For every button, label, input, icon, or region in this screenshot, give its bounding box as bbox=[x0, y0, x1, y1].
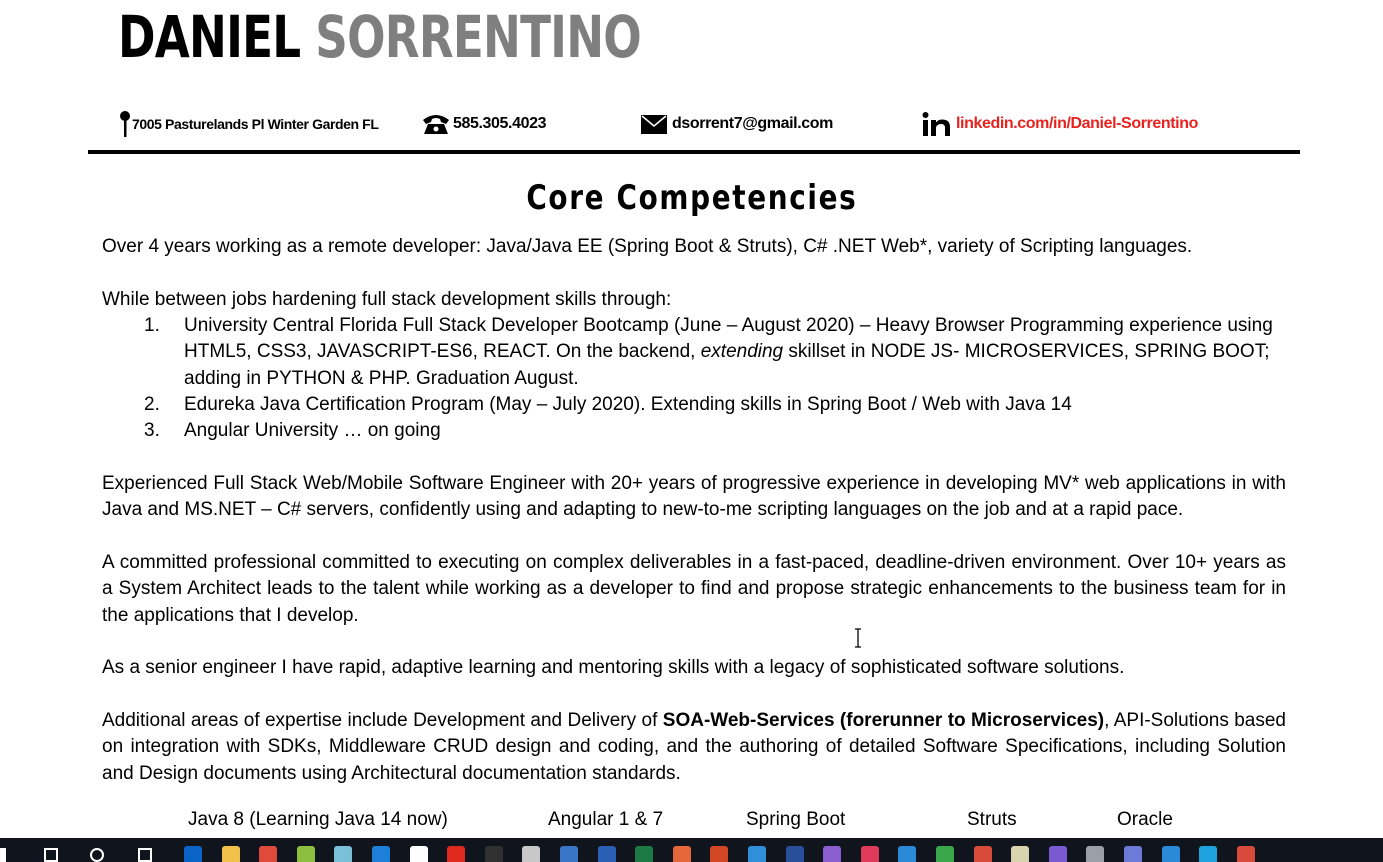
telephone-icon bbox=[423, 115, 449, 134]
paragraph-between-jobs-text: While between jobs hardening full stack … bbox=[102, 289, 672, 310]
task-view-icon[interactable] bbox=[138, 848, 152, 862]
first-name: DANIEL bbox=[118, 3, 301, 71]
section-title-text: Core Competencies bbox=[525, 178, 858, 218]
paragraph-experience-text: Experienced Full Stack Web/Mobile Softwa… bbox=[102, 473, 1286, 521]
paragraph-committed-text: A committed professional committed to ex… bbox=[102, 552, 1286, 626]
cortana-icon[interactable] bbox=[90, 848, 104, 862]
skill-item: Struts bbox=[967, 809, 1017, 830]
vscode-icon[interactable] bbox=[898, 846, 916, 862]
email-text[interactable]: dsorrent7@gmail.com bbox=[672, 115, 833, 133]
envelope-icon bbox=[641, 115, 667, 134]
app-check-icon[interactable] bbox=[1237, 846, 1255, 862]
paragraph-additional: Additional areas of expertise include De… bbox=[102, 708, 1286, 787]
last-name: SORRENTINO bbox=[315, 3, 641, 71]
terminal-icon[interactable] bbox=[485, 846, 503, 862]
section-title: Core Competencies bbox=[0, 178, 1383, 218]
discord-icon[interactable] bbox=[1124, 846, 1142, 862]
paragraph-senior-text: As a senior engineer I have rapid, adapt… bbox=[102, 657, 1125, 678]
list-item-text: Angular University … on going bbox=[184, 420, 441, 442]
powerpoint-icon[interactable] bbox=[710, 846, 728, 862]
list-number: 2. bbox=[144, 393, 160, 415]
paragraph-remote-text: Over 4 years working as a remote develop… bbox=[102, 236, 1193, 257]
list-number: 1. bbox=[144, 315, 160, 336]
paragraph-additional-text: Additional areas of expertise include De… bbox=[102, 708, 1286, 787]
phone-text: 585.305.4023 bbox=[453, 115, 547, 132]
list-item: 3. Angular University … on going bbox=[102, 418, 1286, 444]
app-eclipse-icon[interactable] bbox=[560, 846, 578, 862]
training-list: 1. University Central Florida Full Stack… bbox=[102, 313, 1286, 444]
paragraph-remote: Over 4 years working as a remote develop… bbox=[102, 234, 1286, 260]
skill-item: Spring Boot bbox=[746, 809, 846, 830]
location-pin-icon bbox=[120, 111, 130, 137]
skill-item: Java 8 (Learning Java 14 now) bbox=[188, 809, 448, 830]
camera-icon[interactable] bbox=[748, 846, 766, 862]
linkedin-icon bbox=[922, 112, 950, 136]
app-pie-icon[interactable] bbox=[673, 846, 691, 862]
app-tree-icon[interactable] bbox=[936, 846, 954, 862]
list-number: 3. bbox=[144, 420, 160, 442]
visual-studio-icon[interactable] bbox=[1049, 846, 1067, 862]
linkedin-link[interactable]: linkedin.com/in/Daniel-Sorrentino bbox=[956, 115, 1198, 133]
word-icon[interactable] bbox=[598, 846, 616, 862]
resume-name: DANIEL SORRENTINO bbox=[118, 2, 642, 72]
list-item-text: Edureka Java Certification Program (May … bbox=[184, 393, 1072, 415]
text-cursor-icon bbox=[855, 628, 861, 648]
notepad-icon[interactable] bbox=[1011, 846, 1029, 862]
app-figure-icon[interactable] bbox=[522, 846, 540, 862]
acrobat-icon[interactable] bbox=[447, 846, 465, 862]
search-icon[interactable] bbox=[44, 848, 58, 862]
media-player-icon[interactable] bbox=[861, 846, 879, 862]
app-w-icon[interactable] bbox=[297, 846, 315, 862]
skype-icon[interactable] bbox=[1199, 846, 1217, 862]
paragraph-experience: Experienced Full Stack Web/Mobile Softwa… bbox=[102, 471, 1286, 524]
app-tools-icon[interactable] bbox=[974, 846, 992, 862]
github-icon[interactable] bbox=[823, 846, 841, 862]
list-item-italic: extending bbox=[700, 341, 784, 363]
contact-linkedin: linkedin.com/in/Daniel-Sorrentino bbox=[922, 110, 1198, 138]
powershell-icon[interactable] bbox=[786, 846, 804, 862]
excel-icon[interactable] bbox=[635, 846, 653, 862]
address-text: 7005 Pasturelands Pl Winter Garden FL bbox=[132, 116, 379, 132]
store-icon[interactable] bbox=[410, 846, 428, 862]
skill-item: Angular 1 & 7 bbox=[548, 809, 664, 830]
header-divider bbox=[88, 150, 1300, 154]
windows-start-icon[interactable] bbox=[0, 848, 6, 862]
contact-address: 7005 Pasturelands Pl Winter Garden FL bbox=[118, 110, 379, 138]
file-explorer-icon[interactable] bbox=[222, 846, 240, 862]
app-gray-icon[interactable] bbox=[1086, 846, 1104, 862]
paragraph-additional-start: Additional areas of expertise include De… bbox=[102, 710, 663, 731]
paragraph-senior: As a senior engineer I have rapid, adapt… bbox=[102, 655, 1286, 681]
chrome-icon[interactable] bbox=[259, 846, 277, 862]
contact-phone: 585.305.4023 bbox=[421, 110, 546, 138]
paragraph-between-jobs: While between jobs hardening full stack … bbox=[102, 287, 1286, 313]
contact-email: dsorrent7@gmail.com bbox=[640, 110, 833, 138]
list-item: 2. Edureka Java Certification Program (M… bbox=[102, 392, 1286, 418]
list-item: 1. University Central Florida Full Stack… bbox=[102, 313, 1286, 392]
paragraph-additional-bold: SOA-Web-Services (forerunner to Microser… bbox=[662, 710, 1105, 731]
paragraph-committed: A committed professional committed to ex… bbox=[102, 550, 1286, 629]
app-pen-icon[interactable] bbox=[334, 846, 352, 862]
taskbar bbox=[0, 838, 1383, 862]
skill-item: Oracle bbox=[1117, 809, 1173, 830]
outlook-icon[interactable] bbox=[184, 846, 202, 862]
edge-icon[interactable] bbox=[1162, 846, 1180, 862]
app-blue-icon[interactable] bbox=[372, 846, 390, 862]
